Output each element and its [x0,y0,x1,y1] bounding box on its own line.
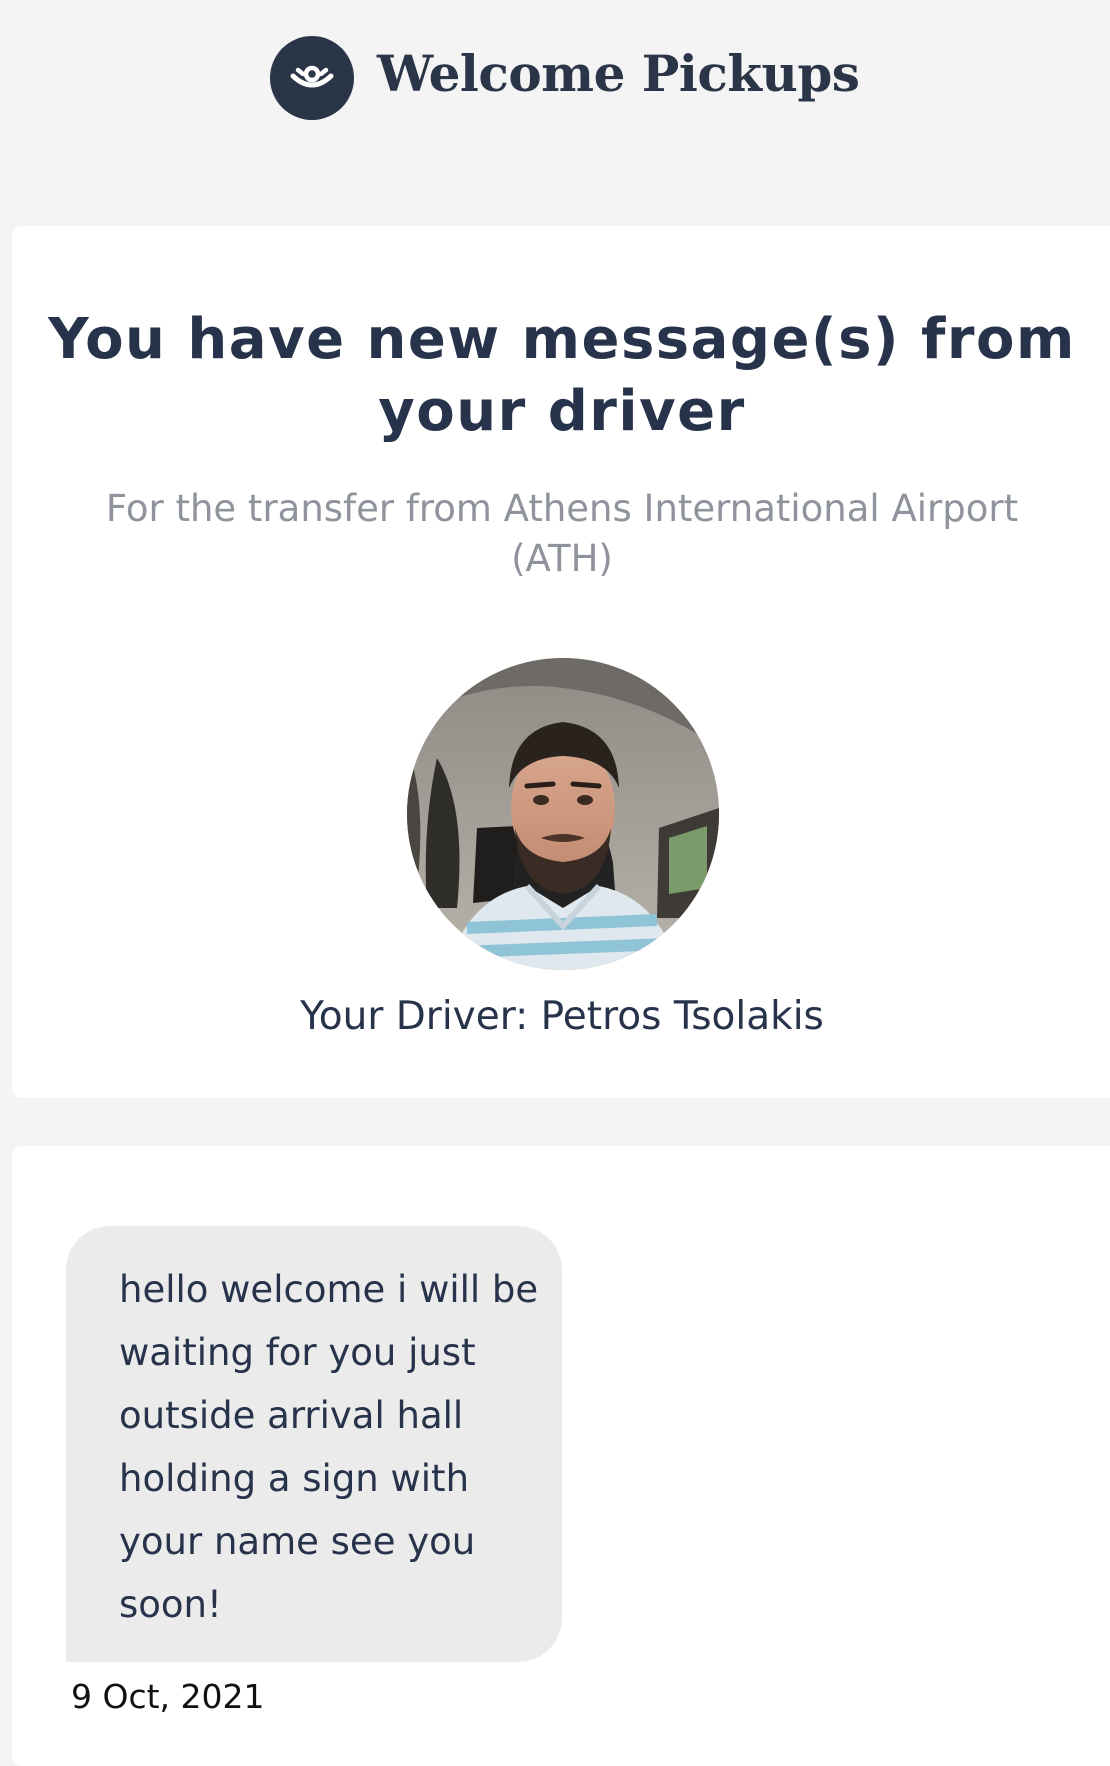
driver-label: Your Driver: [300,994,529,1039]
message-bubble: hello welcome i will be waiting for you … [66,1226,562,1662]
messages-card: hello welcome i will be waiting for you … [12,1146,1110,1766]
notification-card: You have new message(s) from your driver… [12,226,1110,1098]
driver-photo [407,658,719,970]
page-title: You have new message(s) from your driver [48,307,1076,444]
welcome-pickups-logo-icon [270,36,354,120]
message-text: hello welcome i will be waiting for you … [119,1268,539,1626]
brand-name: Welcome Pickups [377,44,860,103]
message-date: 9 Oct, 2021 [71,1677,265,1716]
driver-name: Petros Tsolakis [540,994,824,1039]
driver-info: Your Driver: Petros Tsolakis [12,992,1110,1042]
transfer-subtitle: For the transfer from Athens Internation… [105,487,1019,580]
driver-avatar [407,658,719,970]
header: Welcome Pickups [0,0,1110,160]
